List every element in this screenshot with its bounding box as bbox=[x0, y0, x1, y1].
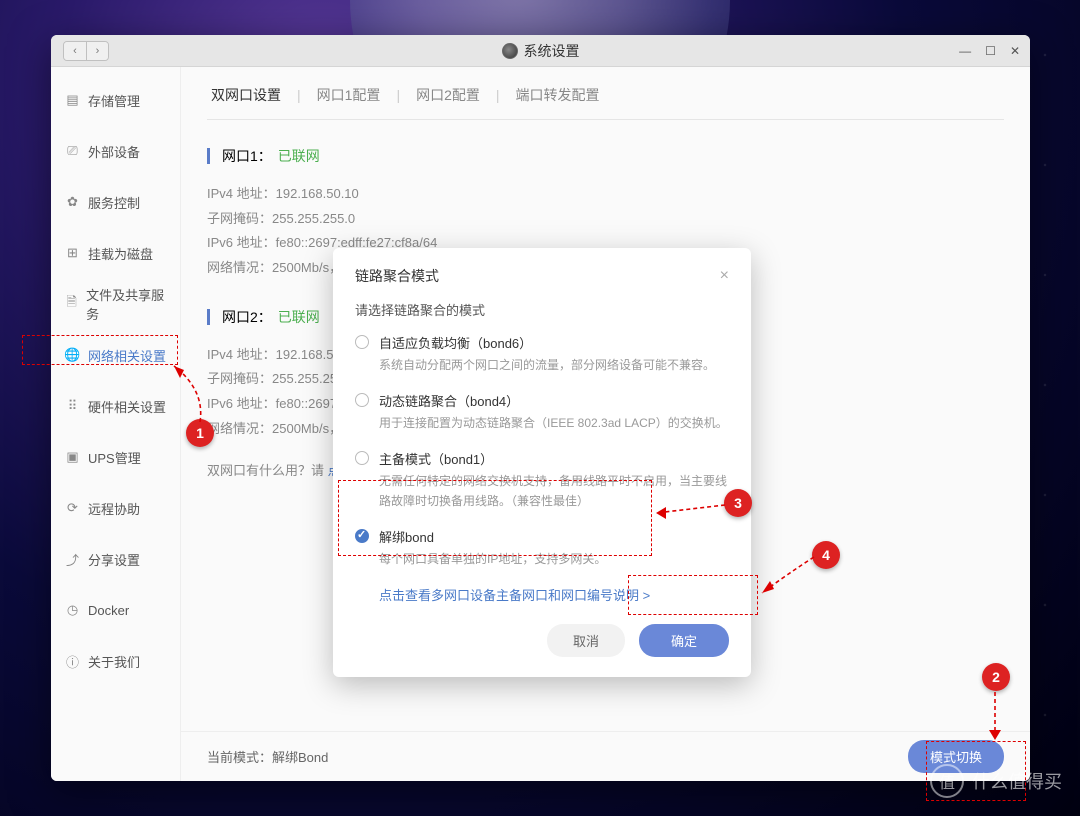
annotation-badge-2: 2 bbox=[982, 663, 1010, 691]
heading-bar-icon bbox=[207, 309, 210, 325]
sidebar-item-label: 外部设备 bbox=[88, 142, 140, 161]
window-title-text: 系统设置 bbox=[524, 41, 580, 61]
ok-button[interactable]: 确定 bbox=[639, 624, 729, 657]
sidebar-item-network[interactable]: 🌐 网络相关设置 bbox=[51, 336, 180, 374]
mount-icon: ⊞ bbox=[65, 246, 80, 261]
dialog-subtitle: 请选择链路聚合的模式 bbox=[355, 300, 729, 319]
settings-icon bbox=[502, 43, 518, 59]
tab-port1[interactable]: 网口1配置 bbox=[313, 85, 385, 105]
network-icon: 🌐 bbox=[65, 348, 80, 363]
annotation-badge-3: 3 bbox=[724, 489, 752, 517]
port1-ipv4: IPv4 地址：192.168.50.10 bbox=[207, 182, 1004, 207]
files-icon: 🗎 bbox=[65, 297, 78, 312]
nav-forward-button[interactable]: › bbox=[86, 42, 108, 60]
radio-description: 用于连接配置为动态链路聚合（IEEE 802.3ad LACP）的交换机。 bbox=[379, 414, 728, 433]
remote-icon: ⟳ bbox=[65, 501, 80, 516]
watermark: 值 什么值得买 bbox=[930, 764, 1062, 798]
tab-separator: | bbox=[396, 87, 400, 103]
nav-back-button[interactable]: ‹ bbox=[64, 42, 86, 60]
storage-icon: ▤ bbox=[65, 93, 80, 108]
sidebar-item-label: 网络相关设置 bbox=[88, 346, 166, 365]
radio-icon bbox=[355, 335, 369, 349]
radio-option-bond1[interactable]: 主备模式（bond1） 无需任何特定的网络交换机支持，备用线路平时不启用，当主要… bbox=[355, 449, 729, 510]
port2-status: 已联网 bbox=[278, 307, 320, 327]
dialog-title: 链路聚合模式 bbox=[355, 266, 439, 286]
sidebar-item-ups[interactable]: ▣ UPS管理 bbox=[51, 438, 180, 476]
sidebar-item-docker[interactable]: ◷ Docker bbox=[51, 591, 180, 629]
port1-mask: 子网掩码：255.255.255.0 bbox=[207, 207, 1004, 232]
sidebar-item-share[interactable]: ⤴ 分享设置 bbox=[51, 540, 180, 578]
sidebar-item-external[interactable]: ⎚ 外部设备 bbox=[51, 132, 180, 170]
title-bar: ‹ › 系统设置 — ☐ ✕ bbox=[51, 35, 1030, 67]
docker-icon: ◷ bbox=[65, 603, 80, 618]
bonding-mode-dialog: 链路聚合模式 × 请选择链路聚合的模式 自适应负载均衡（bond6） 系统自动分… bbox=[333, 248, 751, 677]
radio-option-bond4[interactable]: 动态链路聚合（bond4） 用于连接配置为动态链路聚合（IEEE 802.3ad… bbox=[355, 391, 729, 433]
hint-text: 双网口有什么用？请 bbox=[207, 463, 328, 478]
about-icon: ⓘ bbox=[65, 654, 80, 669]
maximize-button[interactable]: ☐ bbox=[985, 44, 996, 58]
window-controls: — ☐ ✕ bbox=[959, 44, 1020, 58]
ups-icon: ▣ bbox=[65, 450, 80, 465]
port1-heading: 网口1： 已联网 bbox=[207, 146, 1004, 166]
port1-status: 已联网 bbox=[278, 146, 320, 166]
radio-option-unbond[interactable]: 解绑bond 每个网口具备单独的IP地址，支持多网关。 bbox=[355, 527, 729, 569]
radio-icon bbox=[355, 451, 369, 465]
sidebar-item-label: 关于我们 bbox=[88, 652, 140, 671]
hardware-icon: ⠿ bbox=[65, 399, 80, 414]
radio-label: 主备模式（bond1） bbox=[379, 449, 729, 468]
sidebar-item-label: 分享设置 bbox=[88, 550, 140, 569]
footer-bar: 当前模式：解绑Bond 模式切换 bbox=[181, 731, 1030, 781]
tabs: 双网口设置 | 网口1配置 | 网口2配置 | 端口转发配置 bbox=[207, 85, 1004, 120]
dialog-actions: 取消 确定 bbox=[355, 624, 729, 657]
dialog-close-button[interactable]: × bbox=[720, 267, 729, 285]
sidebar-item-label: 远程协助 bbox=[88, 499, 140, 518]
watermark-text: 什么值得买 bbox=[972, 768, 1062, 794]
sidebar-item-mount[interactable]: ⊞ 挂载为磁盘 bbox=[51, 234, 180, 272]
nav-buttons: ‹ › bbox=[63, 41, 109, 61]
sidebar-item-hardware[interactable]: ⠿ 硬件相关设置 bbox=[51, 387, 180, 425]
tab-port2[interactable]: 网口2配置 bbox=[412, 85, 484, 105]
tab-separator: | bbox=[297, 87, 301, 103]
tab-separator: | bbox=[496, 87, 500, 103]
sidebar-item-label: 服务控制 bbox=[88, 193, 140, 212]
sidebar-item-label: 文件及共享服务 bbox=[86, 285, 166, 323]
sidebar-item-label: Docker bbox=[88, 603, 129, 618]
share-icon: ⤴ bbox=[65, 552, 80, 567]
close-button[interactable]: ✕ bbox=[1010, 44, 1020, 58]
service-icon: ✿ bbox=[65, 195, 80, 210]
port2-title: 网口2： bbox=[222, 307, 272, 327]
sidebar: ▤ 存储管理 ⎚ 外部设备 ✿ 服务控制 ⊞ 挂载为磁盘 🗎 文件及共享服务 🌐 网络相关设… bbox=[51, 67, 181, 781]
sidebar-item-label: 存储管理 bbox=[88, 91, 140, 110]
cancel-button[interactable]: 取消 bbox=[547, 624, 625, 657]
watermark-logo-icon: 值 bbox=[930, 764, 964, 798]
sidebar-item-about[interactable]: ⓘ 关于我们 bbox=[51, 642, 180, 680]
sidebar-item-files[interactable]: 🗎 文件及共享服务 bbox=[51, 285, 180, 323]
radio-icon bbox=[355, 393, 369, 407]
window-title: 系统设置 bbox=[502, 41, 580, 61]
dialog-help-link[interactable]: 点击查看多网口设备主备网口和网口编号说明 > bbox=[379, 585, 729, 604]
current-mode-label: 当前模式：解绑Bond bbox=[207, 747, 328, 766]
radio-description: 系统自动分配两个网口之间的流量，部分网络设备可能不兼容。 bbox=[379, 356, 715, 375]
tab-port-forward[interactable]: 端口转发配置 bbox=[512, 85, 604, 105]
sidebar-item-storage[interactable]: ▤ 存储管理 bbox=[51, 81, 180, 119]
annotation-badge-1: 1 bbox=[186, 419, 214, 447]
sidebar-item-label: 硬件相关设置 bbox=[88, 397, 166, 416]
tab-dual-port[interactable]: 双网口设置 bbox=[207, 85, 285, 105]
radio-description: 每个网口具备单独的IP地址，支持多网关。 bbox=[379, 550, 606, 569]
sidebar-item-label: UPS管理 bbox=[88, 448, 141, 467]
sidebar-item-remote[interactable]: ⟳ 远程协助 bbox=[51, 489, 180, 527]
radio-option-bond6[interactable]: 自适应负载均衡（bond6） 系统自动分配两个网口之间的流量，部分网络设备可能不… bbox=[355, 333, 729, 375]
radio-label: 自适应负载均衡（bond6） bbox=[379, 333, 715, 352]
radio-description: 无需任何特定的网络交换机支持，备用线路平时不启用，当主要线路故障时切换备用线路。… bbox=[379, 472, 729, 510]
external-icon: ⎚ bbox=[65, 144, 80, 159]
annotation-badge-4: 4 bbox=[812, 541, 840, 569]
sidebar-item-label: 挂载为磁盘 bbox=[88, 244, 153, 263]
radio-label: 动态链路聚合（bond4） bbox=[379, 391, 728, 410]
heading-bar-icon bbox=[207, 148, 210, 164]
minimize-button[interactable]: — bbox=[959, 44, 971, 58]
radio-label: 解绑bond bbox=[379, 527, 606, 546]
port1-title: 网口1： bbox=[222, 146, 272, 166]
radio-icon bbox=[355, 529, 369, 543]
sidebar-item-service[interactable]: ✿ 服务控制 bbox=[51, 183, 180, 221]
